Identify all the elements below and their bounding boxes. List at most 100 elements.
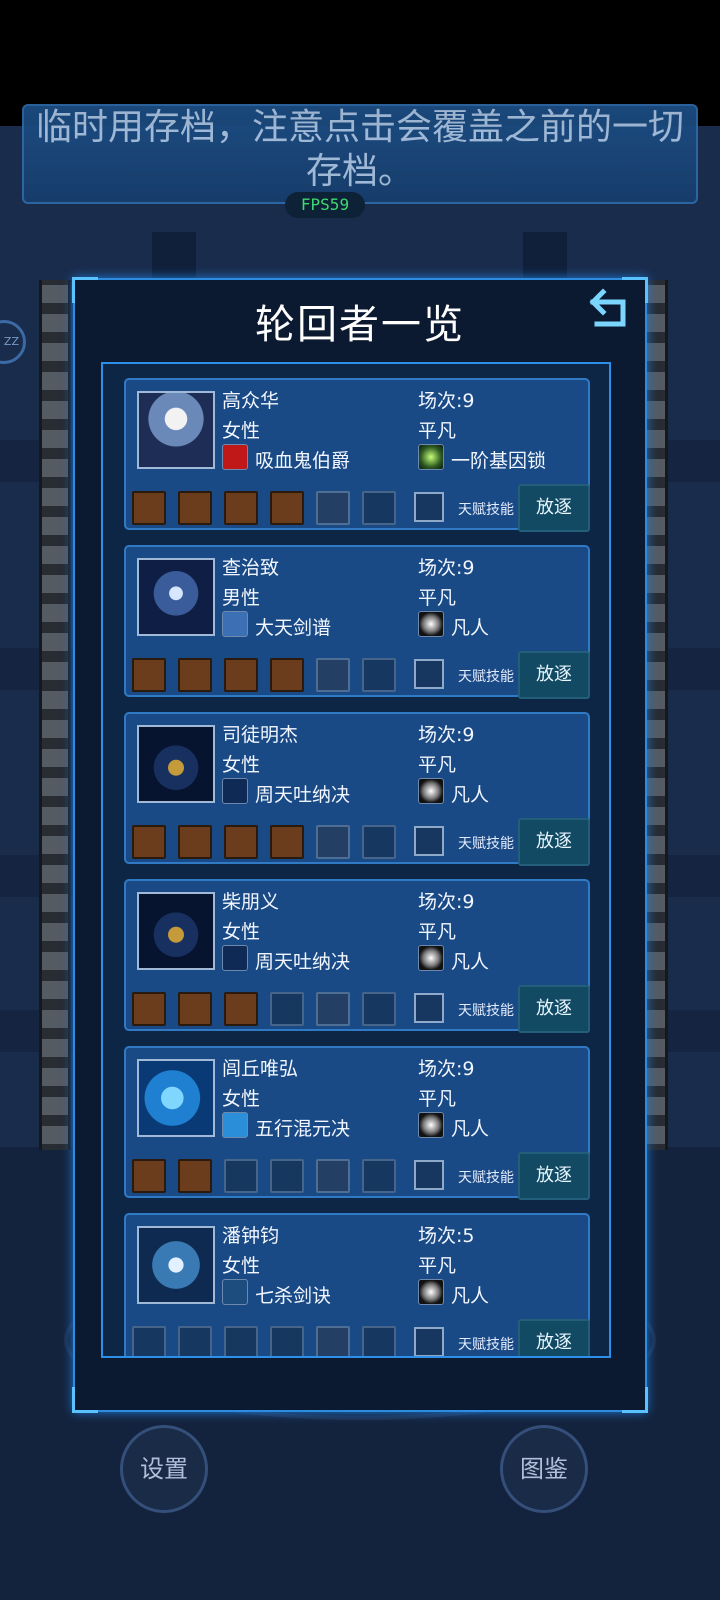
talent-skill-slot[interactable] [414,492,444,522]
character-gender: 女性 [222,420,261,442]
modal-title: 轮回者一览 [255,302,465,348]
constellation-icon [222,778,248,804]
exile-button[interactable]: 放逐 [518,651,590,699]
talent-skill-slot[interactable] [414,1160,444,1190]
character-list[interactable]: 高众华 女性 吸血鬼伯爵 场次:9 平凡 一阶基因锁 天赋技能 放逐 查治致 男… [101,362,611,1358]
empty-equipment-slot[interactable] [362,825,396,859]
character-skill: 七杀剑诀 [255,1285,332,1307]
green-pellets-icon[interactable] [132,491,166,525]
character-skill: 周天吐纳决 [255,784,351,806]
settings-button[interactable]: 设置 [120,1425,208,1513]
white-spark-icon [418,611,444,637]
character-card[interactable]: 司徒明杰 女性 周天吐纳决 场次:9 平凡 凡人 天赋技能 放逐 [124,712,590,866]
pistol-icon[interactable] [316,491,350,525]
talent-skill-slot[interactable] [414,1327,444,1356]
character-gender: 女性 [222,1088,261,1110]
white-spark-icon [418,945,444,971]
save-hint-banner[interactable]: 临时用存档，注意点击会覆盖之前的一切存档。 [22,104,698,204]
empty-equipment-slot[interactable] [270,1326,304,1356]
chest-icon[interactable] [224,658,258,692]
bracelet-icon[interactable] [132,658,166,692]
character-portrait[interactable] [137,391,215,469]
white-spark-icon [418,778,444,804]
empty-equipment-slot[interactable] [362,992,396,1026]
empty-equipment-slot[interactable] [362,1326,396,1356]
empty-equipment-slot[interactable] [178,1326,212,1356]
character-portrait[interactable] [137,725,215,803]
empty-equipment-slot[interactable] [270,992,304,1026]
character-card[interactable]: 闾丘唯弘 女性 五行混元决 场次:9 平凡 凡人 天赋技能 放逐 [124,1046,590,1200]
character-rounds: 场次:9 [418,1058,475,1080]
talent-skill-label: 天赋技能 [458,836,514,852]
talent-skill-label: 天赋技能 [458,1170,514,1186]
character-skill: 大天剑谱 [255,617,332,639]
empty-equipment-slot[interactable] [132,1326,166,1356]
character-rank: 平凡 [418,587,457,609]
character-card[interactable]: 查治致 男性 大天剑谱 场次:9 平凡 凡人 天赋技能 放逐 [124,545,590,699]
empty-equipment-slot[interactable] [224,1159,258,1193]
grid-crate-icon[interactable] [132,992,166,1026]
talent-skill-label: 天赋技能 [458,502,514,518]
talent-skill-label: 天赋技能 [458,1003,514,1019]
exile-button[interactable]: 放逐 [518,484,590,532]
grapple-icon[interactable] [178,1159,212,1193]
character-rank: 平凡 [418,420,457,442]
rifle-icon[interactable] [316,992,350,1026]
character-portrait[interactable] [137,1059,215,1137]
green-spark-icon [418,444,444,470]
armor-icon[interactable] [224,491,258,525]
exile-button[interactable]: 放逐 [518,818,590,866]
talent-skill-label: 天赋技能 [458,669,514,685]
grid-crate-icon[interactable] [178,992,212,1026]
character-name: 闾丘唯弘 [222,1058,299,1080]
water-orb-icon [222,1112,248,1138]
gene-lock-level: 一阶基因锁 [451,450,547,472]
chest-icon[interactable] [178,825,212,859]
shotgun-icon[interactable] [316,825,350,859]
gene-lock-level: 凡人 [451,784,490,806]
left-chain-decoration [39,280,71,1150]
grapple-icon[interactable] [224,992,258,1026]
gene-lock-level: 凡人 [451,951,490,973]
chest-icon[interactable] [270,825,304,859]
rifle-icon[interactable] [316,658,350,692]
character-portrait[interactable] [137,1226,215,1304]
constellation-icon [222,945,248,971]
empty-equipment-slot[interactable] [224,1326,258,1356]
talent-skill-slot[interactable] [414,659,444,689]
back-arrow-icon[interactable] [585,284,635,334]
exile-button[interactable]: 放逐 [518,1152,590,1200]
empty-equipment-slot[interactable] [362,491,396,525]
talent-skill-slot[interactable] [414,993,444,1023]
empty-equipment-slot[interactable] [362,1159,396,1193]
character-portrait[interactable] [137,558,215,636]
grid-crate-icon[interactable] [132,1159,166,1193]
background-pillar [152,232,196,280]
character-portrait[interactable] [137,892,215,970]
empty-equipment-slot[interactable] [270,1159,304,1193]
shirt-icon[interactable] [224,825,258,859]
gloves-icon[interactable] [270,658,304,692]
empty-equipment-slot[interactable] [362,658,396,692]
gene-lock-level: 凡人 [451,617,490,639]
chest-icon[interactable] [178,658,212,692]
character-name: 司徒明杰 [222,724,299,746]
gene-lock-level: 凡人 [451,1285,490,1307]
green-potion-icon[interactable] [178,491,212,525]
gloves-icon[interactable] [132,825,166,859]
corner-ornament [622,1387,648,1413]
canister-icon[interactable] [270,491,304,525]
white-spark-icon [418,1112,444,1138]
character-card[interactable]: 潘钟钧 女性 七杀剑诀 场次:5 平凡 凡人 天赋技能 放逐 [124,1213,590,1356]
talent-skill-slot[interactable] [414,826,444,856]
smg-icon[interactable] [316,1326,350,1356]
character-card[interactable]: 柴朋义 女性 周天吐纳决 场次:9 平凡 凡人 天赋技能 放逐 [124,879,590,1033]
character-card[interactable]: 高众华 女性 吸血鬼伯爵 场次:9 平凡 一阶基因锁 天赋技能 放逐 [124,378,590,532]
talent-skill-label: 天赋技能 [458,1337,514,1353]
character-rank: 平凡 [418,1088,457,1110]
exile-button[interactable]: 放逐 [518,985,590,1033]
exile-button[interactable]: 放逐 [518,1319,590,1356]
shotgun-icon[interactable] [316,1159,350,1193]
character-gender: 女性 [222,1255,261,1277]
codex-button[interactable]: 图鉴 [500,1425,588,1513]
